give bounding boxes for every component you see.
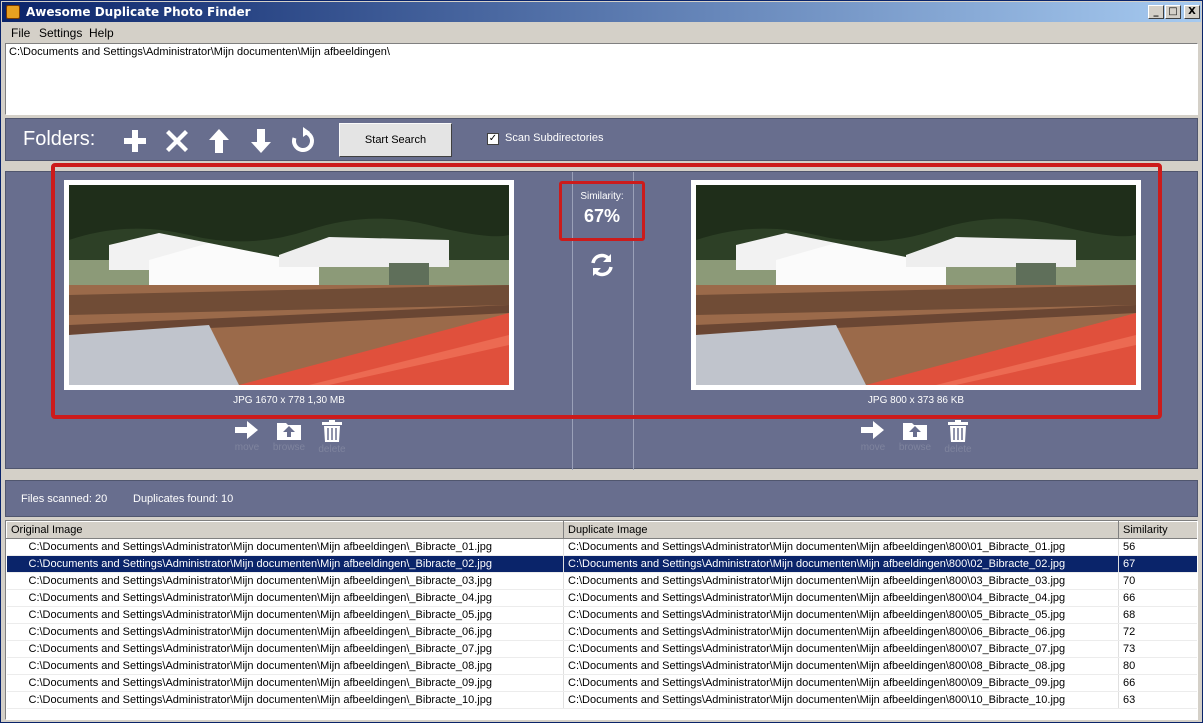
right-move-action[interactable]: move xyxy=(856,420,890,453)
add-icon[interactable] xyxy=(121,127,149,155)
table-row[interactable]: C:\Documents and Settings\Administrator\… xyxy=(6,572,1197,590)
remove-icon[interactable] xyxy=(163,127,191,155)
folder-list[interactable]: C:\Documents and Settings\Administrator\… xyxy=(5,43,1198,115)
table-row[interactable]: C:\Documents and Settings\Administrator\… xyxy=(6,623,1197,641)
left-browse-action[interactable]: browse xyxy=(272,420,306,453)
comparison-highlight xyxy=(51,163,1162,419)
original-path-cell: C:\Documents and Settings\Administrator\… xyxy=(6,538,564,556)
column-original-image[interactable]: Original Image xyxy=(6,521,564,539)
similarity-cell: 80 xyxy=(1118,657,1197,675)
trash-icon xyxy=(322,420,342,442)
duplicate-path-cell: C:\Documents and Settings\Administrator\… xyxy=(563,691,1119,709)
similarity-cell: 70 xyxy=(1118,572,1197,590)
original-path-cell: C:\Documents and Settings\Administrator\… xyxy=(6,657,564,675)
original-path-cell: C:\Documents and Settings\Administrator\… xyxy=(6,691,564,709)
duplicates-found-count: Duplicates found: 10 xyxy=(133,493,234,505)
column-duplicate-image[interactable]: Duplicate Image xyxy=(563,521,1119,539)
left-delete-action[interactable]: delete xyxy=(315,420,349,455)
move-down-icon[interactable] xyxy=(247,127,275,155)
table-row[interactable]: C:\Documents and Settings\Administrator\… xyxy=(6,674,1197,692)
folders-label: Folders: xyxy=(23,128,96,150)
table-row[interactable]: C:\Documents and Settings\Administrator\… xyxy=(6,640,1197,658)
minimize-button[interactable]: _ xyxy=(1148,5,1164,19)
results-header: Original Image Duplicate Image Similarit… xyxy=(6,521,1197,539)
duplicate-path-cell: C:\Documents and Settings\Administrator\… xyxy=(563,572,1119,590)
move-up-icon[interactable] xyxy=(205,127,233,155)
table-row[interactable]: C:\Documents and Settings\Administrator\… xyxy=(6,606,1197,624)
scan-subdirectories-checkbox[interactable]: ✓ xyxy=(487,133,499,145)
duplicate-path-cell: C:\Documents and Settings\Administrator\… xyxy=(563,606,1119,624)
start-search-button[interactable]: Start Search xyxy=(339,123,452,157)
original-path-cell: C:\Documents and Settings\Administrator\… xyxy=(6,555,564,573)
status-bar: Files scanned: 20 Duplicates found: 10 xyxy=(5,480,1198,517)
duplicate-path-cell: C:\Documents and Settings\Administrator\… xyxy=(563,640,1119,658)
move-icon xyxy=(235,421,258,439)
similarity-cell: 66 xyxy=(1118,674,1197,692)
folder-list-item[interactable]: C:\Documents and Settings\Administrator\… xyxy=(9,46,1194,58)
original-path-cell: C:\Documents and Settings\Administrator\… xyxy=(6,674,564,692)
title-bar[interactable]: Awesome Duplicate Photo Finder _ □ X xyxy=(2,2,1201,22)
similarity-cell: 67 xyxy=(1118,555,1197,573)
results-table[interactable]: Original Image Duplicate Image Similarit… xyxy=(5,520,1198,720)
right-browse-action[interactable]: browse xyxy=(898,420,932,453)
scan-subdirectories-label[interactable]: Scan Subdirectories xyxy=(505,132,603,144)
browse-icon xyxy=(903,423,927,440)
table-row[interactable]: C:\Documents and Settings\Administrator\… xyxy=(6,691,1197,709)
table-row[interactable]: C:\Documents and Settings\Administrator\… xyxy=(6,538,1197,556)
maximize-button[interactable]: □ xyxy=(1165,5,1181,19)
duplicate-path-cell: C:\Documents and Settings\Administrator\… xyxy=(563,674,1119,692)
menu-help[interactable]: Help xyxy=(89,26,114,40)
menu-settings[interactable]: Settings xyxy=(39,26,82,40)
move-label: move xyxy=(860,442,886,453)
app-icon xyxy=(6,5,20,19)
original-path-cell: C:\Documents and Settings\Administrator\… xyxy=(6,572,564,590)
app-window: Awesome Duplicate Photo Finder _ □ X Fil… xyxy=(0,0,1203,723)
original-path-cell: C:\Documents and Settings\Administrator\… xyxy=(6,623,564,641)
table-row[interactable]: C:\Documents and Settings\Administrator\… xyxy=(6,589,1197,607)
duplicate-path-cell: C:\Documents and Settings\Administrator\… xyxy=(563,623,1119,641)
browse-label: browse xyxy=(272,442,306,453)
duplicate-path-cell: C:\Documents and Settings\Administrator\… xyxy=(563,657,1119,675)
comparison-panel: JPG 1670 x 778 1,30 MB JPG 800 x 373 86 … xyxy=(5,163,1198,470)
table-row[interactable]: C:\Documents and Settings\Administrator\… xyxy=(6,657,1197,675)
delete-label: delete xyxy=(944,444,972,455)
table-row[interactable]: C:\Documents and Settings\Administrator\… xyxy=(6,555,1197,573)
move-icon xyxy=(861,421,884,439)
move-label: move xyxy=(234,442,260,453)
column-similarity[interactable]: Similarity xyxy=(1118,521,1197,539)
left-move-action[interactable]: move xyxy=(230,420,264,453)
right-delete-action[interactable]: delete xyxy=(941,420,975,455)
menu-bar: File Settings Help xyxy=(2,23,1201,42)
folders-toolbar: Folders: Start Search ✓ Scan Subdirector… xyxy=(5,118,1198,161)
original-path-cell: C:\Documents and Settings\Administrator\… xyxy=(6,589,564,607)
similarity-cell: 56 xyxy=(1118,538,1197,556)
menu-file[interactable]: File xyxy=(11,26,30,40)
browse-label: browse xyxy=(898,442,932,453)
duplicate-path-cell: C:\Documents and Settings\Administrator\… xyxy=(563,555,1119,573)
close-button[interactable]: X xyxy=(1184,5,1200,19)
similarity-cell: 72 xyxy=(1118,623,1197,641)
trash-icon xyxy=(948,420,968,442)
reset-icon[interactable] xyxy=(289,127,317,155)
files-scanned-count: Files scanned: 20 xyxy=(21,493,108,505)
similarity-cell: 73 xyxy=(1118,640,1197,658)
original-path-cell: C:\Documents and Settings\Administrator\… xyxy=(6,606,564,624)
similarity-cell: 63 xyxy=(1118,691,1197,709)
similarity-cell: 66 xyxy=(1118,589,1197,607)
delete-label: delete xyxy=(318,444,346,455)
window-title: Awesome Duplicate Photo Finder xyxy=(26,5,251,19)
browse-icon xyxy=(277,423,301,440)
similarity-cell: 68 xyxy=(1118,606,1197,624)
original-path-cell: C:\Documents and Settings\Administrator\… xyxy=(6,640,564,658)
duplicate-path-cell: C:\Documents and Settings\Administrator\… xyxy=(563,538,1119,556)
duplicate-path-cell: C:\Documents and Settings\Administrator\… xyxy=(563,589,1119,607)
